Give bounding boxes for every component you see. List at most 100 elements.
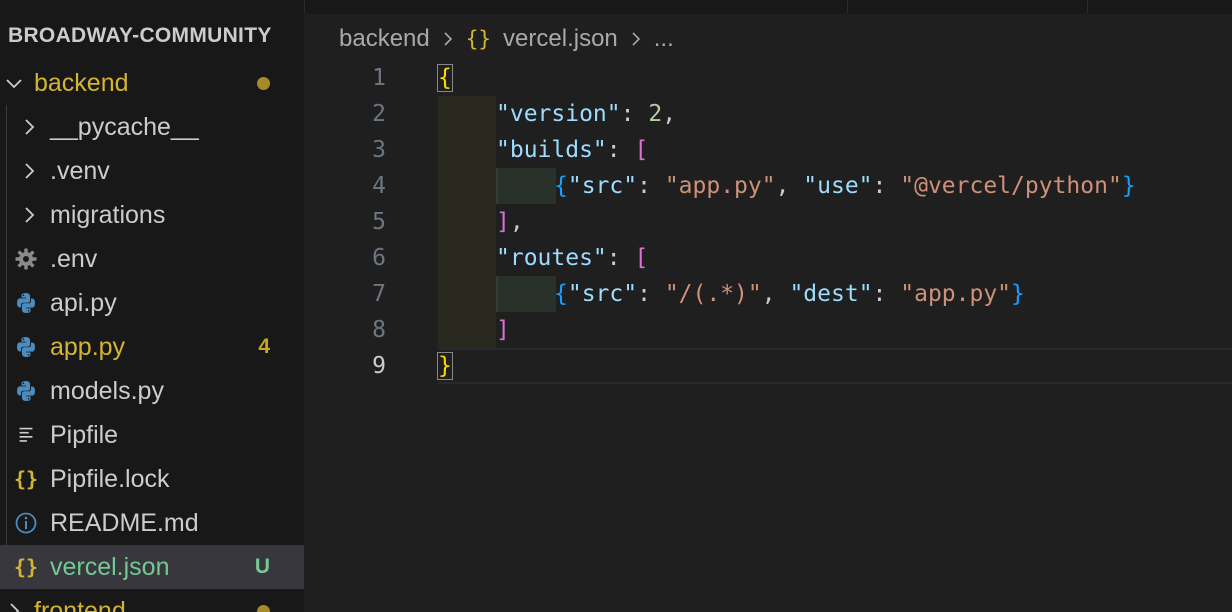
line-number: 6 <box>372 245 386 271</box>
breadcrumb-more[interactable]: ... <box>654 25 674 53</box>
brace-token: { <box>437 64 453 92</box>
chevron-down-icon <box>4 73 24 93</box>
tree-item-label: .env <box>50 244 98 273</box>
brace-token: { <box>554 173 568 199</box>
chevron-right-icon <box>19 117 39 137</box>
line-content: "routes": [ <box>496 240 648 276</box>
punct: : <box>606 245 635 271</box>
chevron-right-icon <box>19 205 39 225</box>
json-number: 2 <box>648 101 663 127</box>
file-tree: backend __pycache__ .venv migrations .en… <box>0 61 304 612</box>
json-braces-icon: {} <box>13 467 39 491</box>
tree-file-env[interactable]: .env <box>0 237 304 281</box>
modified-dot-icon <box>257 604 270 612</box>
tree-folder-frontend[interactable]: frontend <box>0 589 304 612</box>
breadcrumb-folder[interactable]: backend <box>339 25 430 53</box>
lines-icon <box>13 422 39 448</box>
code-editor[interactable]: 1 { 2 "version": 2, 3 "builds": [ 4 {"sr… <box>304 60 1232 384</box>
brace-token: } <box>1121 173 1136 199</box>
line-content: } <box>437 348 453 384</box>
tree-item-label: frontend <box>34 596 126 612</box>
json-key: "routes" <box>496 245 607 271</box>
json-string: "app.py" <box>664 173 776 199</box>
tree-file-app-py[interactable]: app.py 4 <box>0 325 304 369</box>
explorer-title: BROADWAY-COMMUNITY <box>8 24 272 47</box>
json-string: "app.py" <box>900 281 1012 307</box>
bracket-token: ] <box>496 209 510 235</box>
tree-file-pipfile-lock[interactable]: {} Pipfile.lock <box>0 457 304 501</box>
line-number: 5 <box>372 209 386 235</box>
chevron-right-icon <box>4 601 24 612</box>
explorer-sidebar: BROADWAY-COMMUNITY backend __pycache__ .… <box>0 0 304 612</box>
breadcrumb-file[interactable]: vercel.json <box>503 25 618 53</box>
line-content: {"src": "app.py", "use": "@vercel/python… <box>554 168 1136 204</box>
breadcrumb: backend {} vercel.json ... <box>339 22 674 56</box>
python-icon <box>13 378 39 404</box>
indent-guide-highlight <box>438 168 496 204</box>
line-number: 9 <box>372 353 386 379</box>
line-content: { <box>437 60 453 96</box>
brace-token: } <box>1011 281 1025 307</box>
python-icon <box>13 290 39 316</box>
line-number: 1 <box>372 65 386 91</box>
line-content: "builds": [ <box>496 132 648 168</box>
tree-item-label: Pipfile.lock <box>50 464 170 493</box>
tree-folder-migrations[interactable]: migrations <box>0 193 304 237</box>
tree-file-models-py[interactable]: models.py <box>0 369 304 413</box>
line-number: 8 <box>372 317 386 343</box>
json-braces-icon: {} <box>465 27 492 51</box>
line-number: 3 <box>372 137 386 163</box>
tree-item-label: models.py <box>50 376 164 405</box>
tree-item-label: README.md <box>50 508 199 537</box>
code-line: 5 ], <box>304 204 1232 240</box>
indent-guide-highlight <box>496 276 556 312</box>
code-line: 1 { <box>304 60 1232 96</box>
code-line: 4 {"src": "app.py", "use": "@vercel/pyth… <box>304 168 1232 204</box>
json-key: "src" <box>567 173 638 199</box>
indent-guide-highlight <box>438 204 496 240</box>
code-line: 8 ] <box>304 312 1232 348</box>
editor-tabs-bar <box>304 0 1232 14</box>
code-line: 6 "routes": [ <box>304 240 1232 276</box>
json-key: "dest" <box>789 281 873 307</box>
gear-icon <box>13 246 39 272</box>
tree-folder-pycache[interactable]: __pycache__ <box>0 105 304 149</box>
line-number: 4 <box>372 173 386 199</box>
json-string: "/(.*)" <box>664 281 762 307</box>
python-icon <box>13 334 39 360</box>
chevron-right-icon <box>628 29 644 49</box>
tab-separator <box>1087 0 1088 14</box>
code-line: 3 "builds": [ <box>304 132 1232 168</box>
tab-separator <box>847 0 848 14</box>
tree-file-readme[interactable]: README.md <box>0 501 304 545</box>
punct: , <box>775 173 804 199</box>
indent-guide-highlight <box>438 132 496 168</box>
json-string: "@vercel/python" <box>900 173 1122 199</box>
json-key: "use" <box>803 173 873 199</box>
tree-item-label: .venv <box>50 156 110 185</box>
punct: , <box>761 281 790 307</box>
editor-pane: backend {} vercel.json ... 1 { 2 "versio… <box>304 0 1232 612</box>
punct: : <box>637 173 665 199</box>
tree-file-api-py[interactable]: api.py <box>0 281 304 325</box>
tree-item-label: api.py <box>50 288 117 317</box>
code-line: 7 {"src": "/(.*)", "dest": "app.py"} <box>304 276 1232 312</box>
tree-item-label: __pycache__ <box>50 112 199 141</box>
tree-folder-venv[interactable]: .venv <box>0 149 304 193</box>
tree-folder-backend[interactable]: backend <box>0 61 304 105</box>
git-untracked-badge: U <box>254 555 270 578</box>
brace-token: { <box>554 281 568 307</box>
tree-item-label: migrations <box>50 200 166 229</box>
json-braces-icon: {} <box>13 555 39 579</box>
json-key: "version" <box>496 101 621 127</box>
punct: : <box>620 101 649 127</box>
code-line-current: 9 } <box>304 348 1232 384</box>
tree-item-label: backend <box>34 68 129 97</box>
tree-file-pipfile[interactable]: Pipfile <box>0 413 304 457</box>
tree-file-vercel-json[interactable]: {} vercel.json U <box>0 545 304 589</box>
line-number: 7 <box>372 281 386 307</box>
tree-item-label: app.py <box>50 332 126 361</box>
indent-guide-highlight <box>496 168 556 204</box>
tree-item-label: vercel.json <box>50 552 170 581</box>
punct: , <box>509 209 524 235</box>
